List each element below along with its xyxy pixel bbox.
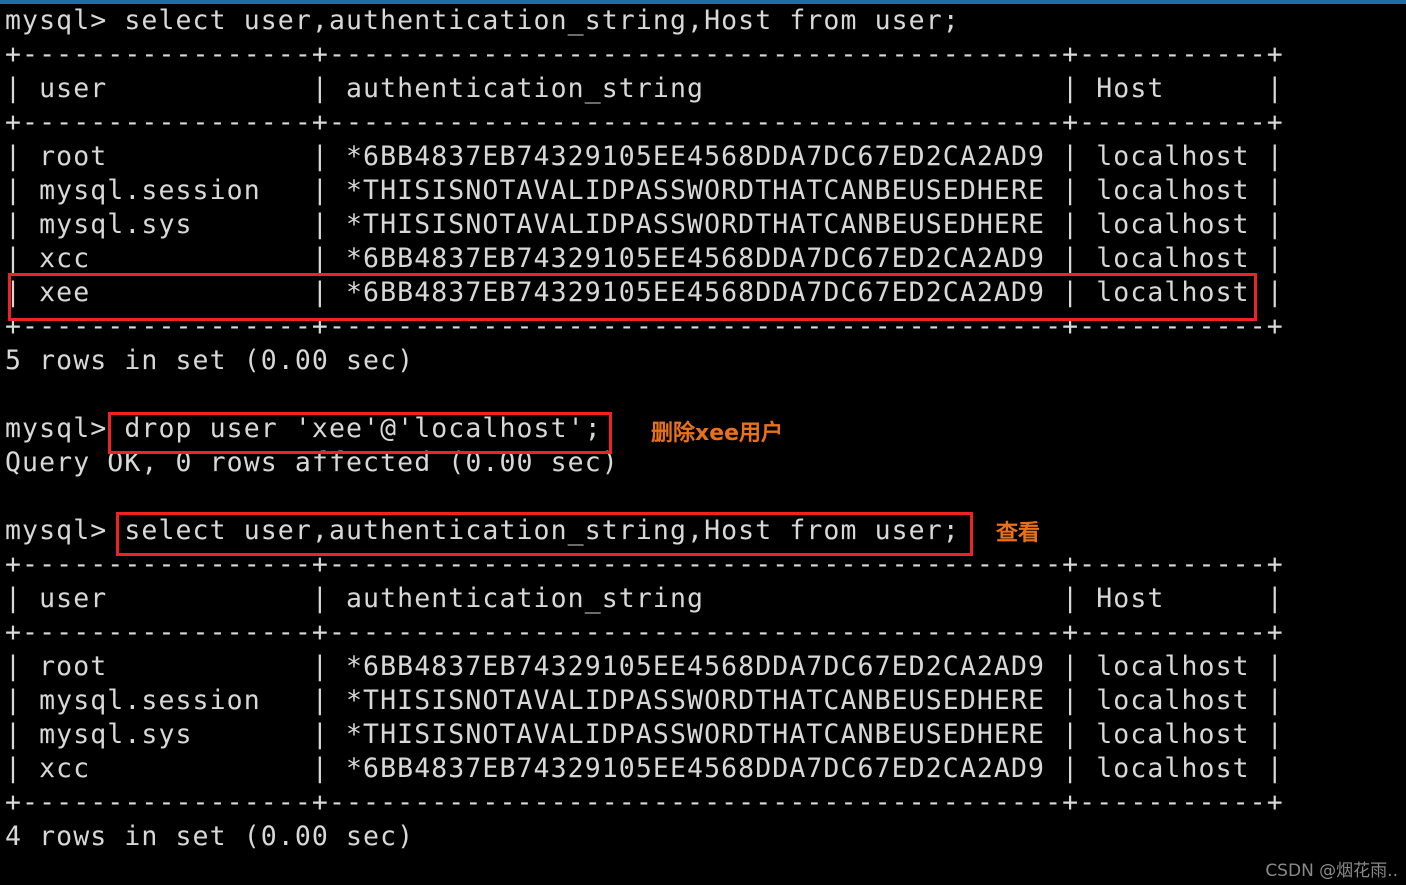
terminal-line: +-----------------+---------------------… <box>5 311 1284 342</box>
terminal-line: | user | authentication_string | Host | <box>5 73 1284 104</box>
csdn-watermark: CSDN @烟花雨.. <box>1265 861 1398 881</box>
terminal-line: | user | authentication_string | Host | <box>5 583 1284 614</box>
terminal-line-row-count: 5 rows in set (0.00 sec) <box>5 345 415 376</box>
terminal-line: | xcc | *6BB4837EB74329105EE4568DDA7DC67… <box>5 753 1284 784</box>
terminal-line: | mysql.sys | *THISISNOTAVALIDPASSWORDTH… <box>5 719 1284 750</box>
terminal-line-row-count: 4 rows in set (0.00 sec) <box>5 821 415 852</box>
terminal-line-query-ok: Query OK, 0 rows affected (0.00 sec) <box>5 447 619 478</box>
annotation-delete-xee-user: 删除xee用户 <box>651 421 784 446</box>
annotation-view: 查看 <box>996 521 1041 546</box>
terminal-line: | mysql.session | *THISISNOTAVALIDPASSWO… <box>5 685 1284 716</box>
terminal-line: mysql> select user,authentication_string… <box>5 5 960 36</box>
terminal-line: +-----------------+---------------------… <box>5 787 1284 818</box>
terminal-line: +-----------------+---------------------… <box>5 617 1284 648</box>
terminal-line: | mysql.sys | *THISISNOTAVALIDPASSWORDTH… <box>5 209 1284 240</box>
terminal-line: | xcc | *6BB4837EB74329105EE4568DDA7DC67… <box>5 243 1284 274</box>
terminal-line-drop-user-command: mysql> drop user 'xee'@'localhost'; <box>5 413 602 444</box>
terminal-line: | root | *6BB4837EB74329105EE4568DDA7DC6… <box>5 651 1284 682</box>
terminal-line: +-----------------+---------------------… <box>5 107 1284 138</box>
terminal-line-select-users-command: mysql> select user,authentication_string… <box>5 515 960 546</box>
terminal-line: | root | *6BB4837EB74329105EE4568DDA7DC6… <box>5 141 1284 172</box>
terminal-output-area[interactable]: mysql> select user,authentication_string… <box>0 4 1406 885</box>
terminal-line: +-----------------+---------------------… <box>5 39 1284 70</box>
terminal-line: | mysql.session | *THISISNOTAVALIDPASSWO… <box>5 175 1284 206</box>
terminal-line-highlighted-xee: | xee | *6BB4837EB74329105EE4568DDA7DC67… <box>5 277 1284 308</box>
terminal-line: +-----------------+---------------------… <box>5 549 1284 580</box>
